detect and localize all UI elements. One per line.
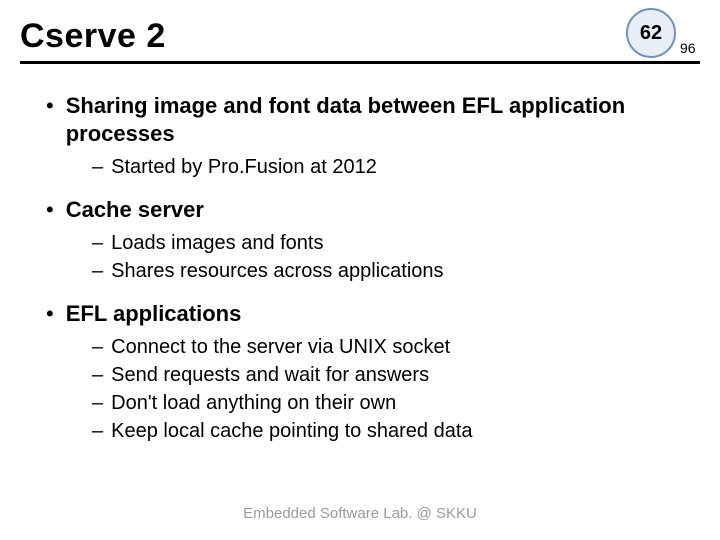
bullet-list: • Sharing image and font data between EF…: [46, 92, 690, 444]
sub-bullet-text: Started by Pro.Fusion at 2012: [111, 154, 377, 180]
sub-bullet-list: – Loads images and fonts – Shares resour…: [46, 230, 690, 284]
bullet-marker: •: [46, 300, 54, 328]
sub-bullet-item: – Loads images and fonts: [92, 230, 690, 256]
title-underline: [20, 61, 700, 64]
sub-bullet-marker: –: [92, 334, 103, 360]
sub-bullet-marker: –: [92, 362, 103, 388]
sub-bullet-marker: –: [92, 390, 103, 416]
slide-content: • Sharing image and font data between EF…: [0, 64, 720, 444]
bullet-item: • EFL applications – Connect to the serv…: [46, 300, 690, 444]
sub-bullet-marker: –: [92, 418, 103, 444]
title-row: Cserve 2: [0, 0, 720, 64]
sub-bullet-item: – Send requests and wait for answers: [92, 362, 690, 388]
sub-bullet-item: – Connect to the server via UNIX socket: [92, 334, 690, 360]
bullet-text: Cache server: [66, 196, 204, 224]
sub-bullet-item: – Shares resources across applications: [92, 258, 690, 284]
sub-bullet-marker: –: [92, 230, 103, 256]
sub-bullet-text: Don't load anything on their own: [111, 390, 396, 416]
sub-bullet-item: – Started by Pro.Fusion at 2012: [92, 154, 690, 180]
sub-bullet-text: Keep local cache pointing to shared data: [111, 418, 472, 444]
bullet-text: EFL applications: [66, 300, 242, 328]
bullet-marker: •: [46, 92, 54, 120]
bullet-text: Sharing image and font data between EFL …: [66, 92, 690, 148]
bullet-item: • Cache server – Loads images and fonts …: [46, 196, 690, 284]
sub-bullet-marker: –: [92, 258, 103, 284]
slide: 62 96 Cserve 2 • Sharing image and font …: [0, 0, 720, 540]
sub-bullet-text: Connect to the server via UNIX socket: [111, 334, 450, 360]
sub-bullet-item: – Don't load anything on their own: [92, 390, 690, 416]
sub-bullet-item: – Keep local cache pointing to shared da…: [92, 418, 690, 444]
bullet-marker: •: [46, 196, 54, 224]
slide-title: Cserve 2: [20, 18, 700, 59]
sub-bullet-text: Shares resources across applications: [111, 258, 443, 284]
sub-bullet-marker: –: [92, 154, 103, 180]
sub-bullet-list: – Started by Pro.Fusion at 2012: [46, 154, 690, 180]
sub-bullet-text: Loads images and fonts: [111, 230, 323, 256]
footer-text: Embedded Software Lab. @ SKKU: [0, 505, 720, 522]
sub-bullet-text: Send requests and wait for answers: [111, 362, 429, 388]
sub-bullet-list: – Connect to the server via UNIX socket …: [46, 334, 690, 444]
bullet-item: • Sharing image and font data between EF…: [46, 92, 690, 180]
